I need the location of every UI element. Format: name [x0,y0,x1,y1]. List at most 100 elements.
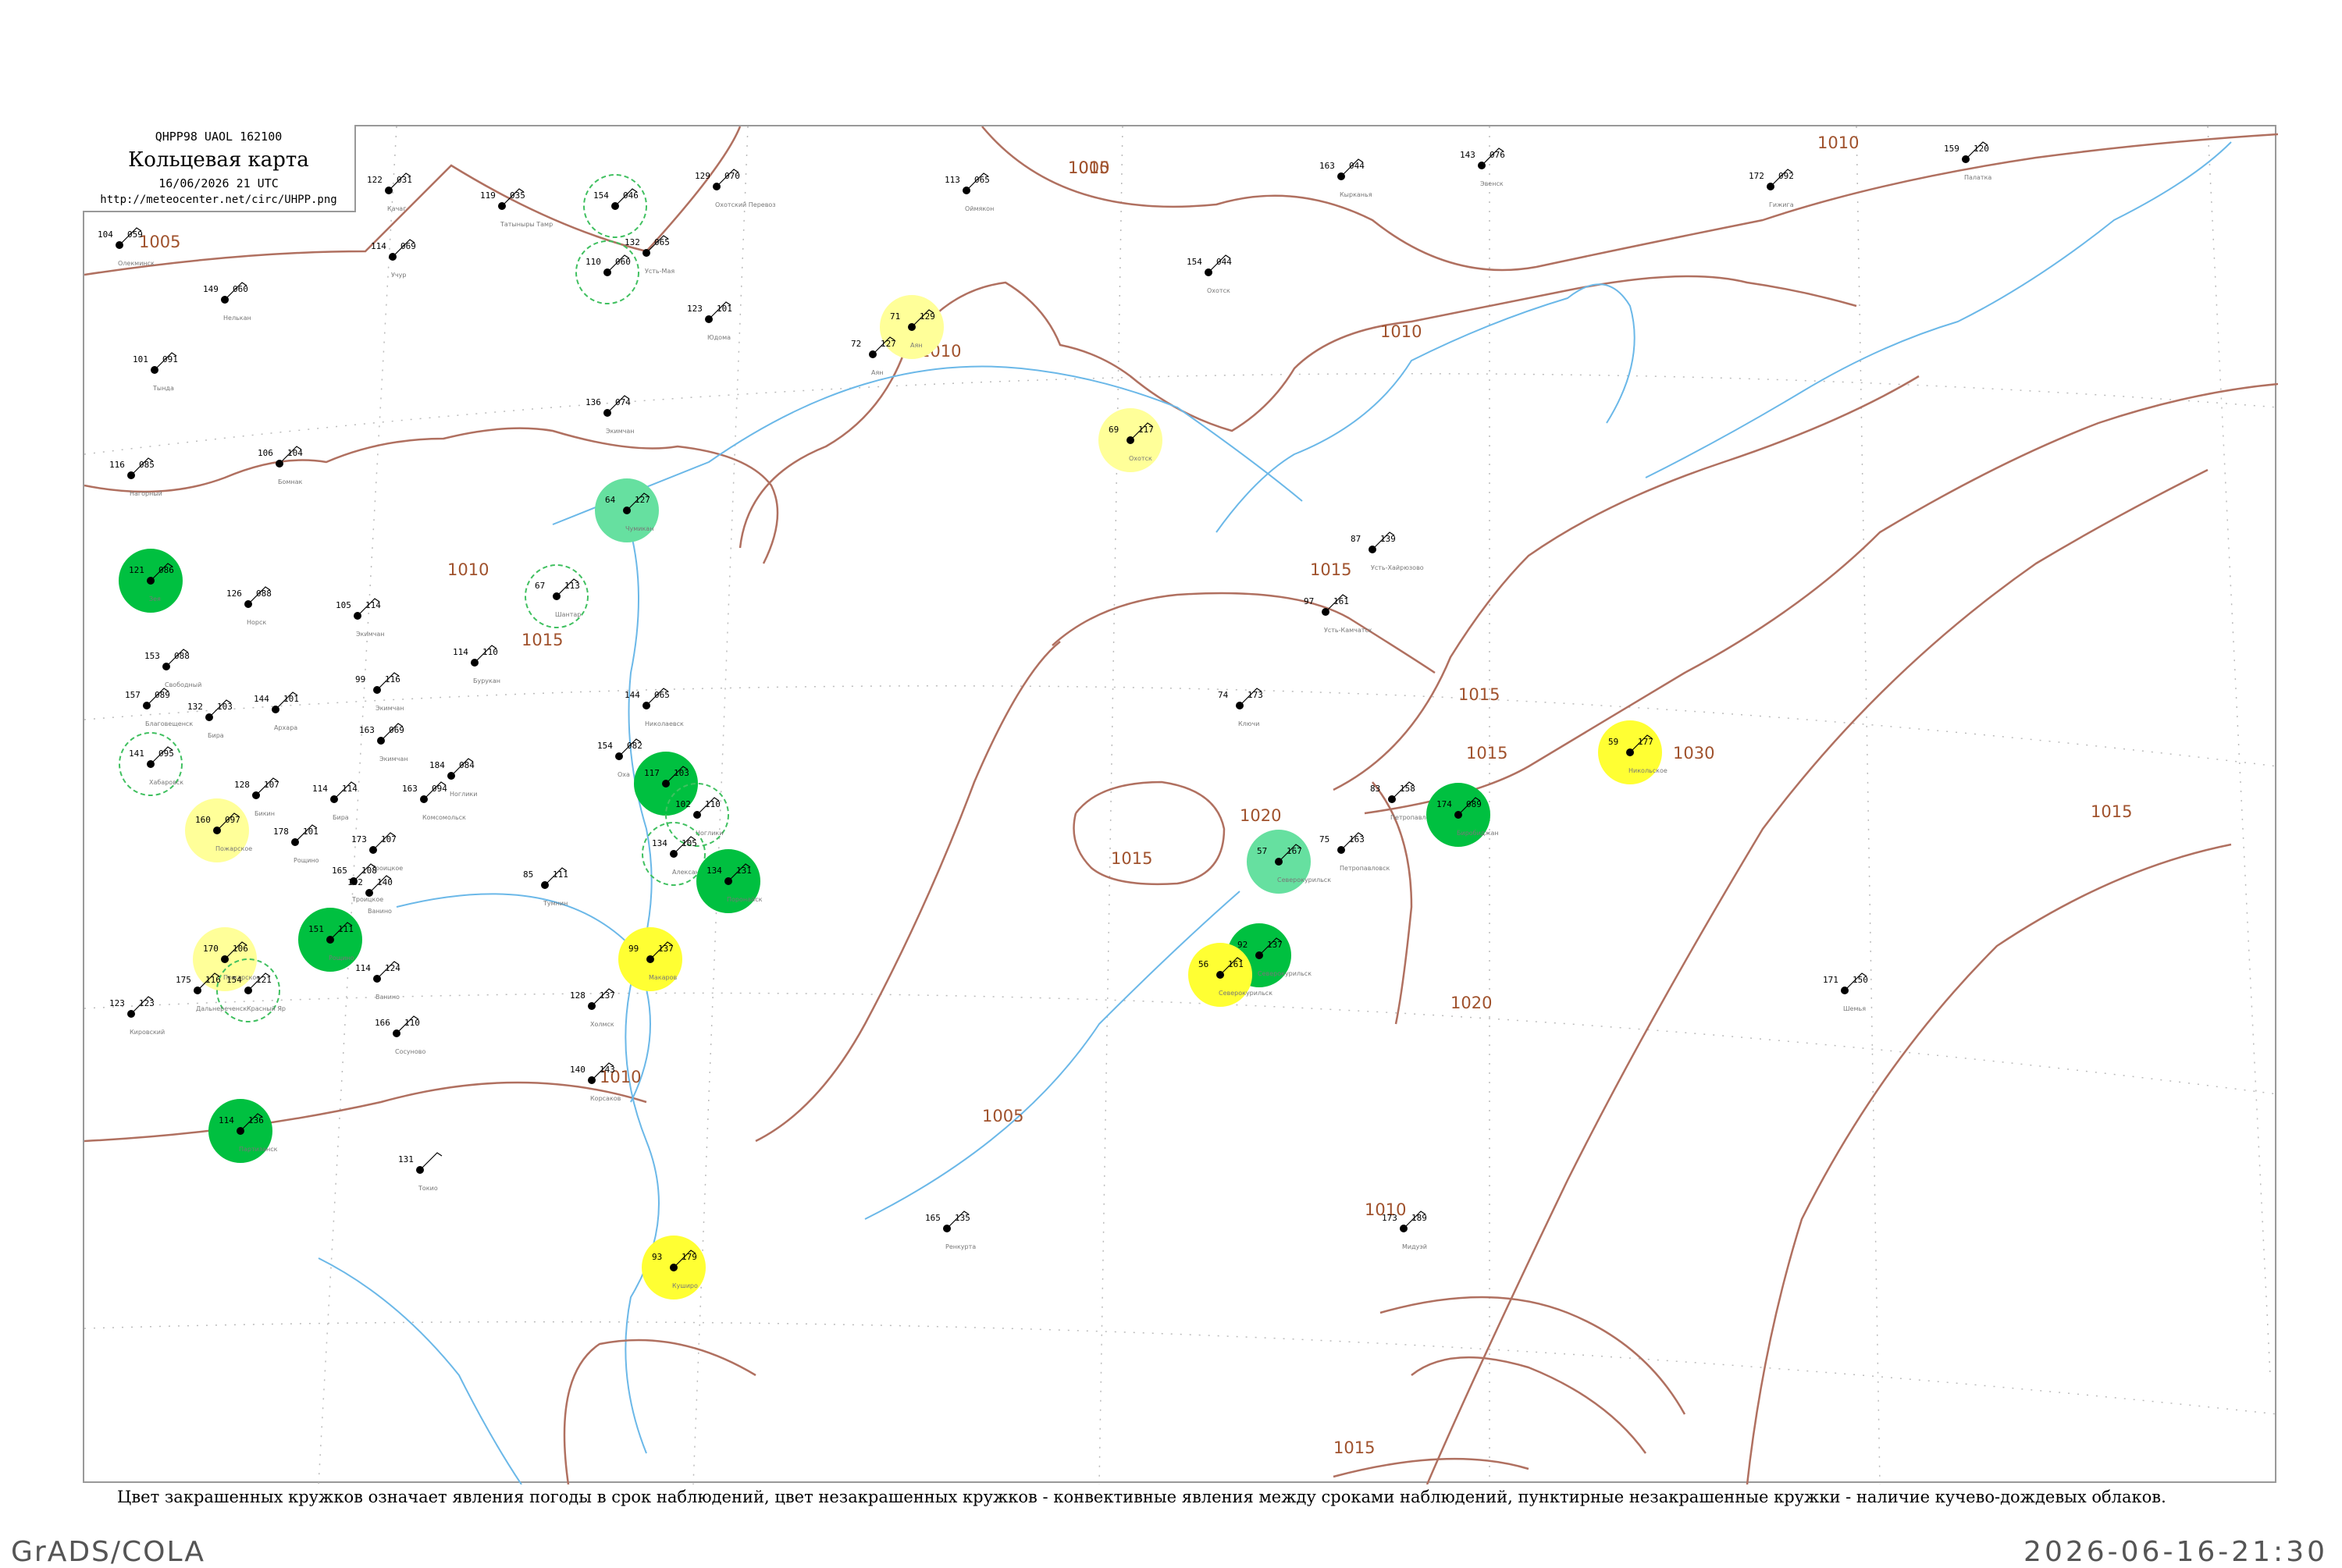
station-plot[interactable]: 114 110 Бурукан [453,645,500,684]
station-plot[interactable]: 153 088 Свободный [144,649,201,688]
station-plot[interactable]: 64 127 Чумикан [595,478,659,542]
station-plot[interactable]: 163 094 Комсомольск [402,781,466,821]
station-plot[interactable]: 121 086 Зея [119,549,183,613]
station-plot[interactable]: 97 161 Усть-Камчатск [1304,594,1372,634]
station-plot[interactable]: 93 179 Куширо [642,1236,706,1300]
station-plot[interactable]: 75 163 Петропавловск [1319,832,1390,872]
station-plot[interactable]: 128 137 Холмск [570,988,615,1028]
station-temperature: 173 [1382,1213,1397,1223]
station-name: Юдома [707,334,731,341]
station-plot[interactable]: 123 101 Юдома [687,301,732,341]
station-pressure: 111 [553,869,568,880]
station-plot[interactable]: 123 123 Кировский [109,996,165,1036]
station-plot[interactable]: 99 116 Экимчан [355,672,404,712]
station-name: Свободный [165,681,201,688]
station-pressure: 137 [1267,940,1283,950]
station-plot[interactable]: 171 150 Шемья [1823,972,1868,1012]
station-temperature: 173 [351,834,367,844]
station-temperature: 102 [347,877,363,887]
station-plot[interactable]: 101 091 Тында [133,352,178,392]
station-plot[interactable]: 154 082 Оха [597,738,642,778]
isobar-label: 1005 [139,233,180,251]
station-plot[interactable]: 178 101 Рощино [273,824,319,864]
station-plot[interactable]: 132 103 Бира [187,699,233,739]
stations: 154 046 110 060 132 065 Усть-Мая 129 070 Охотский… [98,141,1991,1300]
station-name: Пожарское [215,845,252,852]
station-plot[interactable]: 69 117 Охотск [1098,408,1162,472]
station-plot[interactable]: 165 135 Ренкурта [925,1211,976,1250]
isobar-label: 1010 [1817,133,1859,152]
station-plot[interactable]: 174 089 Биробиджан [1426,783,1499,847]
station-plot[interactable]: 144 101 Архара [254,692,299,731]
station-pressure: 139 [1380,534,1396,544]
station-name: Учур [391,272,406,279]
station-plot[interactable]: 157 089 Благовещенск [125,688,193,727]
station-plot[interactable]: 173 107Троицкое [351,832,403,872]
station-temperature: 136 [586,397,601,407]
station-name: Холмск [590,1021,614,1028]
station-plot[interactable]: 151 111 Рощино [298,908,362,972]
station-plot[interactable]: 114 124 Ванино [355,961,400,1001]
station-plot[interactable]: 129 070 Охотский Перевоз [695,169,776,208]
station-plot[interactable]: 163 069 Экимчан [359,723,408,763]
station-temperature: 72 [851,339,861,349]
station-plot[interactable]: 131 Токио [398,1152,443,1192]
station-plot[interactable]: 72 127 Аян [851,336,896,376]
station-plot[interactable]: 59 177 Никольское [1598,720,1668,784]
isobar-label: 1010 [1380,322,1422,341]
station-plot[interactable]: 114 136 Партизанск [208,1099,278,1163]
station-plot[interactable]: 114 069 Учур [371,239,416,279]
station-plot[interactable]: 102 140 Ванино [347,875,393,915]
station-plot[interactable]: 85 111 Тумнин [523,867,568,907]
station-plot[interactable]: 110 060 [575,240,639,304]
station-plot[interactable]: 141 095 Хабаровск [119,732,183,796]
station-name: Макаров [649,974,678,981]
station-plot[interactable]: 163 044 Кырканья [1319,158,1372,198]
station-temperature: 132 [625,237,640,247]
station-name: Биробиджан [1457,830,1499,837]
station-temperature: 64 [605,495,616,505]
station-plot[interactable]: 122 031 Качаг [367,172,412,212]
station-plot[interactable]: 113 065 Оймякон [945,172,994,212]
station-pressure: 127 [635,495,650,505]
station-temperature: 119 [480,190,496,201]
station-plot[interactable]: 154 046 [583,174,647,238]
station-plot[interactable]: 149 060 Нелькан [203,282,251,322]
station-temperature: 143 [1460,150,1475,160]
station-pressure: 123 [139,998,155,1008]
station-plot[interactable]: 74 173 Ключи [1218,688,1263,727]
station-plot[interactable]: 144 065 Николаевск [625,688,684,727]
synoptic-map[interactable]: 1005101010101005101010101010 101510151015… [84,126,2278,1484]
station-plot[interactable]: 105 114 Экимчан [336,598,385,638]
station-name: Благовещенск [145,720,193,727]
station-plot[interactable]: 87 139 Усть-Хайрюзово [1351,532,1424,571]
station-plot[interactable]: 132 065 Усть-Мая [625,235,674,275]
station-temperature: 128 [570,990,586,1001]
station-plot[interactable]: 159 120 Палатка [1944,141,1991,181]
station-name: Нелькан [223,315,251,322]
station-pressure: 163 [1349,834,1365,844]
station-plot[interactable]: 160 097 Пожарское [185,798,252,862]
station-plot[interactable]: 143 076 Эвенск [1460,148,1505,187]
station-plot[interactable]: 126 088 Норск [226,586,272,626]
station-pressure: 161 [1228,959,1244,969]
station-plot[interactable]: 154 044 Охотск [1187,254,1232,294]
station-temperature: 140 [570,1065,586,1075]
station-plot[interactable]: 136 074 Экимчан [586,395,635,435]
station-plot[interactable]: 119 035 Татыныры Тамр [480,188,553,228]
station-temperature: 154 [1187,257,1202,267]
station-plot[interactable]: 71 129 Аян [880,295,944,359]
station-plot[interactable]: 67 113 Шантар [525,564,589,628]
station-name: Норск [247,619,266,626]
station-plot[interactable]: 172 092 Гижига [1749,169,1794,208]
isobar-label: 1015 [1333,1438,1375,1457]
header-url[interactable]: http://meteocenter.net/circ/UHPP.png [83,194,354,206]
station-temperature: 129 [695,171,710,181]
station-pressure: 035 [510,190,525,201]
station-plot[interactable]: 134 131 Поронайск [696,849,763,913]
legend-caption: Цвет закрашенных кружков означает явлени… [117,1488,2166,1506]
station-plot[interactable]: 99 137 Макаров [618,927,682,991]
station-plot[interactable]: 114 114 Бира [312,781,358,821]
station-plot[interactable]: 166 110 Сосуново [375,1015,425,1055]
station-plot[interactable]: 106 104 Бомнак [258,446,303,485]
